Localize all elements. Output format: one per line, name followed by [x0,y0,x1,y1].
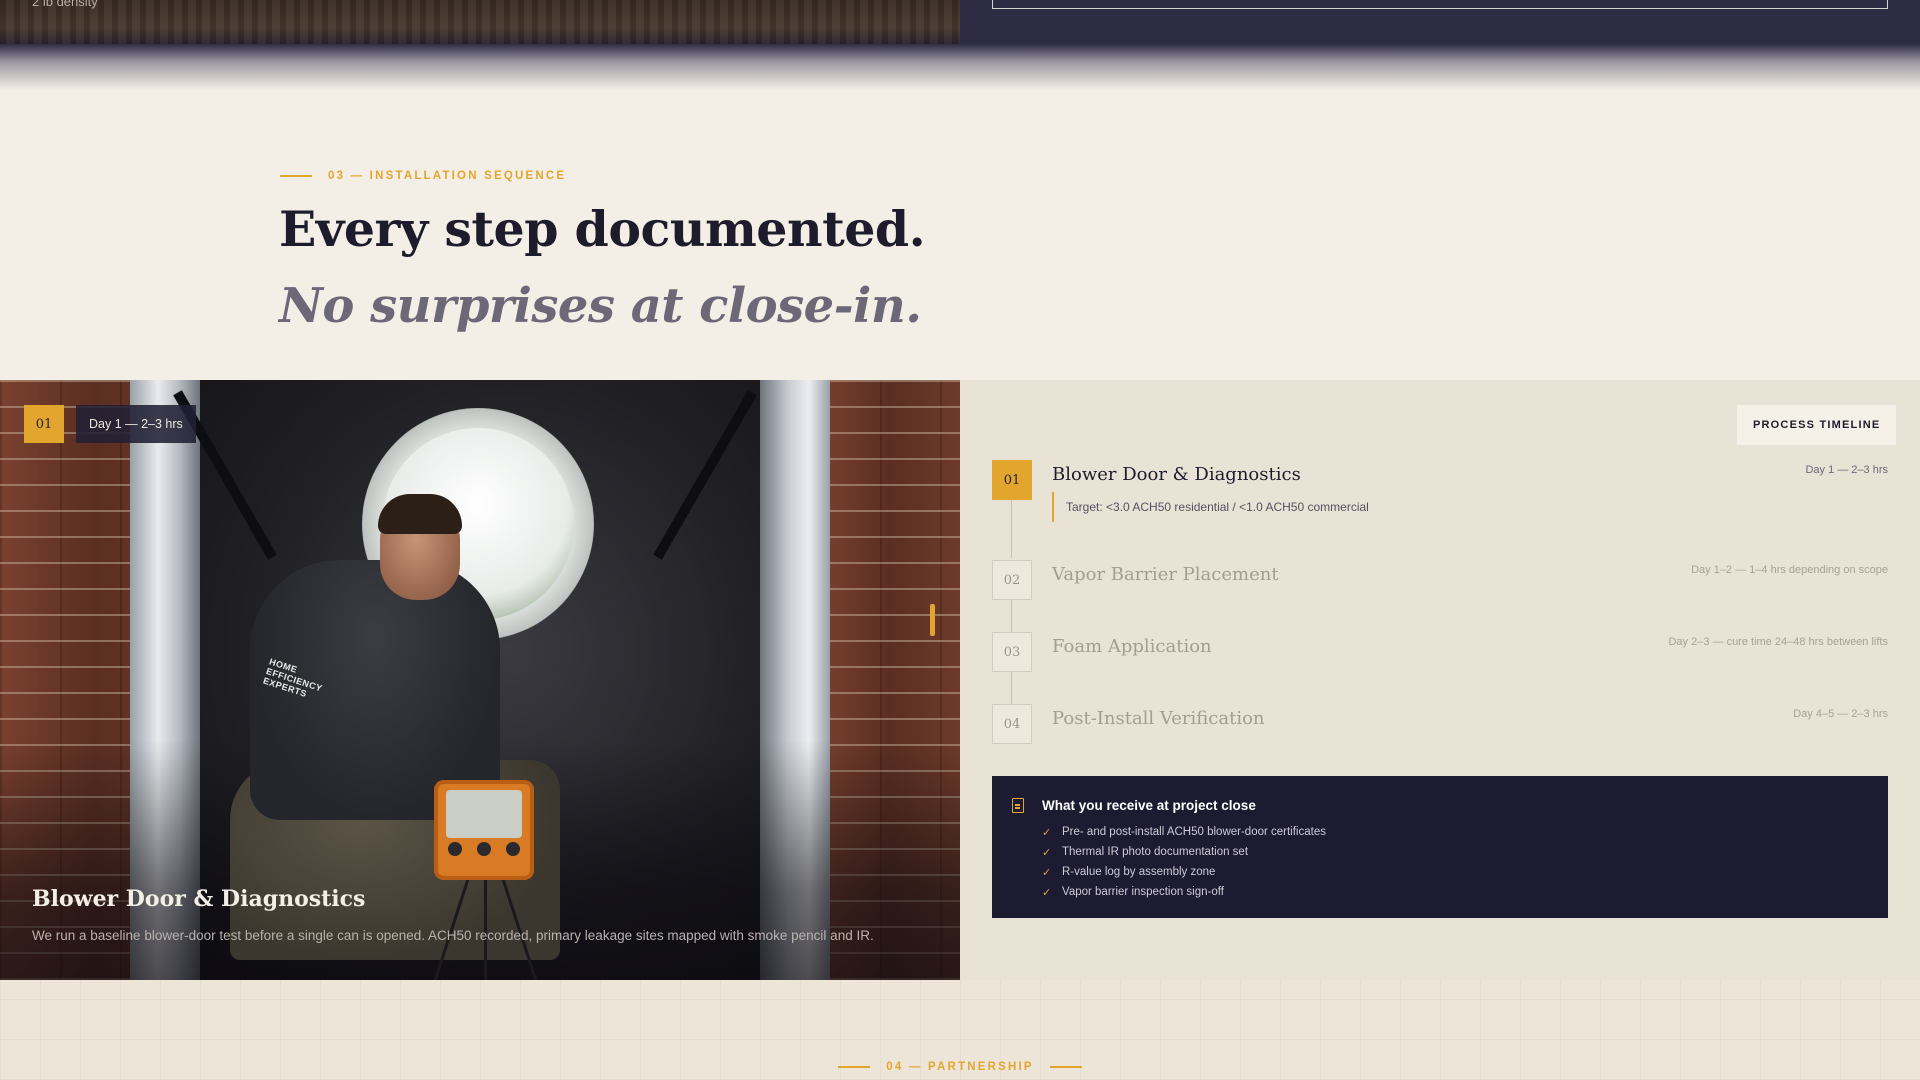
deliverable-item: ✓ Vapor barrier inspection sign-off [1042,882,1326,902]
photo-scroll-indicator[interactable] [930,604,935,636]
previous-section-photo [0,0,960,44]
timeline-step-number: 04 [992,704,1032,744]
deliverables-list: ✓ Pre- and post-install ACH50 blower-door… [1042,822,1326,902]
technician-hair [378,494,462,534]
check-icon: ✓ [1042,866,1052,879]
previous-photo-caption: 2 lb density [32,0,98,9]
photo-step-description: We run a baseline blower-door test befor… [32,928,874,943]
eyebrow-rule [280,175,312,177]
timeline-connector [1011,600,1012,632]
manometer-knob [506,842,520,856]
deliverable-label: Vapor barrier inspection sign-off [1062,886,1224,898]
check-icon: ✓ [1042,886,1052,899]
timeline-step-title: Vapor Barrier Placement [1052,564,1279,585]
check-icon: ✓ [1042,846,1052,859]
previous-section-strip: 2 lb density [0,0,1920,44]
section-transition-fade [0,44,1920,90]
timeline-step-number: 01 [992,460,1032,500]
manometer-knob [448,842,462,856]
deliverable-label: R-value log by assembly zone [1062,866,1216,878]
timeline-step-number: 03 [992,632,1032,672]
partnership-label: 04 — PARTNERSHIP [886,1061,1034,1073]
partnership-eyebrow: 04 — PARTNERSHIP [0,1061,1920,1073]
timeline-step-time: Day 2–3 — cure time 24–48 hrs between li… [1668,636,1888,648]
deliverables-title: What you receive at project close [1042,798,1256,813]
deliverable-item: ✓ Thermal IR photo documentation set [1042,842,1326,862]
eyebrow-label: 03 — INSTALLATION SEQUENCE [328,170,567,182]
section-subheadline: No surprises at close-in. [279,278,922,334]
manometer-screen [446,790,522,838]
document-icon [1012,798,1024,813]
check-icon: ✓ [1042,826,1052,839]
project-close-deliverables: What you receive at project close ✓ Pre- … [992,776,1888,918]
step-number-badge: 01 [24,405,64,443]
previous-section-panel [960,0,1920,44]
process-timeline-tag: PROCESS TIMELINE [1737,405,1897,445]
eyebrow-rule [838,1066,871,1068]
timeline-step-time: Day 1 — 2–3 hrs [1805,464,1888,476]
manometer-knob [477,842,491,856]
timeline-step-title: Blower Door & Diagnostics [1052,464,1301,485]
timeline-connector [1011,500,1012,558]
photo-step-title: Blower Door & Diagnostics [32,886,366,912]
timeline-step-title: Foam Application [1052,636,1212,657]
eyebrow-rule [1049,1066,1082,1068]
deliverable-label: Thermal IR photo documentation set [1062,846,1249,858]
previous-section-input[interactable] [992,0,1888,9]
timeline-step-number: 02 [992,560,1032,600]
section-headline: Every step documented. [279,200,926,258]
step-time-badge: Day 1 — 2–3 hrs [76,405,196,443]
timeline-step-target: Target: <3.0 ACH50 residential / <1.0 AC… [1052,492,1369,522]
timeline-connector [1011,672,1012,704]
deliverable-item: ✓ R-value log by assembly zone [1042,862,1326,882]
timeline-step-time: Day 1–2 — 1–4 hrs depending on scope [1691,564,1888,576]
timeline-step-title: Post-Install Verification [1052,708,1265,729]
deliverable-label: Pre- and post-install ACH50 blower-door … [1062,826,1326,838]
timeline-step-time: Day 4–5 — 2–3 hrs [1793,708,1888,720]
deliverable-item: ✓ Pre- and post-install ACH50 blower-door… [1042,822,1326,842]
section-eyebrow: 03 — INSTALLATION SEQUENCE [280,170,566,182]
